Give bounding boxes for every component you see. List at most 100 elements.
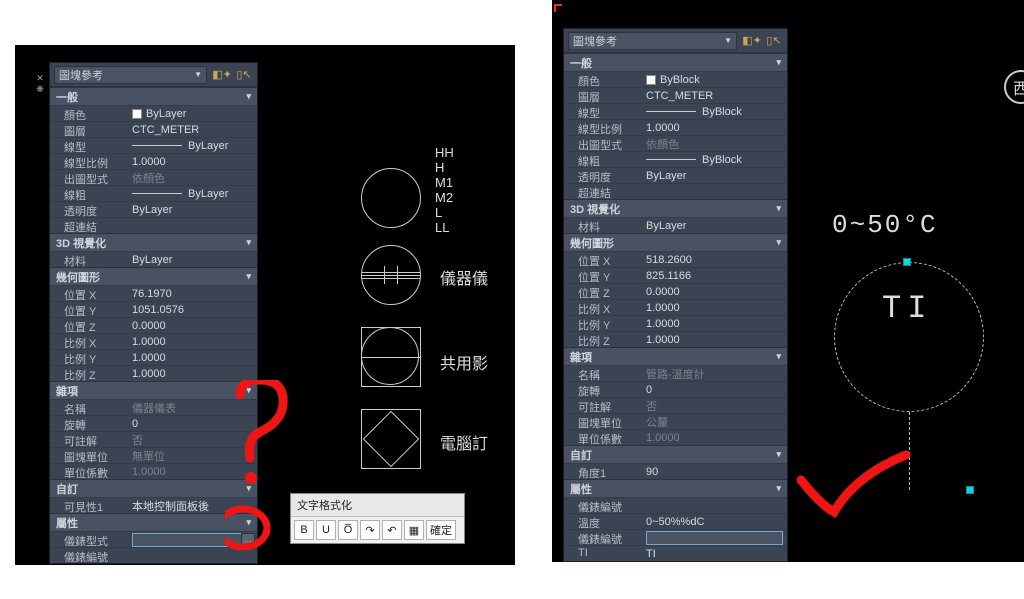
property-row[interactable]: 線型比例1.0000 [50,153,257,169]
property-value[interactable]: 1.0000 [128,366,257,381]
property-value[interactable]: 管路-溫度計 [642,366,787,381]
property-row[interactable]: 顏色ByBlock [564,71,787,87]
property-value[interactable]: TI [642,546,787,561]
property-row[interactable]: TITI [564,545,787,561]
property-row[interactable]: 圖層CTC_METER [564,87,787,103]
property-value[interactable]: ByLayer [642,218,787,233]
property-row[interactable]: 儀錶編號 [50,547,257,563]
property-value[interactable]: ByLayer [128,252,257,267]
property-row[interactable]: 位置 X76.1970 [50,285,257,301]
property-value[interactable]: 無單位 [128,448,257,463]
property-value[interactable]: CTC_METER [642,88,787,103]
property-value[interactable]: 1.0000 [128,154,257,169]
property-row[interactable]: 可註解否 [50,431,257,447]
property-value[interactable]: ByBlock [642,72,787,87]
toolbar-button[interactable]: 確定 [426,520,456,540]
property-value[interactable] [642,184,787,199]
property-value[interactable]: 本地控制面板後 [128,498,257,513]
property-row[interactable]: 出圖型式依顏色 [50,169,257,185]
property-row[interactable]: 線粗ByLayer [50,185,257,201]
property-value[interactable]: 518.2600 [642,252,787,267]
property-value[interactable] [642,530,787,545]
property-row[interactable]: 比例 X1.0000 [50,333,257,349]
property-row[interactable]: 角度190 [564,463,787,479]
property-row[interactable]: 比例 Y1.0000 [564,315,787,331]
property-row[interactable]: 可註解否 [564,397,787,413]
quick-select-icon[interactable]: ◧✦ [743,32,761,50]
property-row[interactable]: 線型ByLayer [50,137,257,153]
section-header[interactable]: 雜項▾ [50,381,257,399]
section-header[interactable]: 雜項▾ [564,347,787,365]
property-row[interactable]: 線型ByBlock [564,103,787,119]
section-header[interactable]: 自訂▾ [50,479,257,497]
property-value[interactable]: 0~50%%dC [642,514,787,529]
section-header[interactable]: 一般▾ [564,53,787,71]
section-header[interactable]: 3D 視覺化▾ [564,199,787,217]
property-row[interactable]: 超連結 [564,183,787,199]
property-value[interactable] [642,498,787,513]
property-value[interactable]: 0.0000 [128,318,257,333]
property-row[interactable]: 顏色ByLayer [50,105,257,121]
property-row[interactable]: 名稱儀器儀表 [50,399,257,415]
property-value[interactable]: ByBlock [642,104,787,119]
property-value[interactable]: 依顏色 [128,170,257,185]
property-value[interactable]: ByLayer [128,138,257,153]
toolbar-button[interactable]: ↶ [382,520,402,540]
property-row[interactable]: 單位係數1.0000 [564,429,787,445]
section-header[interactable]: 一般▾ [50,87,257,105]
property-row[interactable]: 儀錶編號 [564,497,787,513]
property-row[interactable]: 儀錶型式… [50,531,257,547]
property-value[interactable]: 否 [128,432,257,447]
property-row[interactable]: 比例 Z1.0000 [50,365,257,381]
property-row[interactable]: 材料ByLayer [564,217,787,233]
property-value[interactable]: 90 [642,464,787,479]
select-objects-icon[interactable]: ▯↖ [235,66,253,84]
property-value[interactable]: 0.0000 [642,284,787,299]
section-header[interactable]: 屬性▾ [564,479,787,497]
property-row[interactable]: 溫度0~50%%dC [564,513,787,529]
property-value[interactable]: CTC_METER [128,122,257,137]
property-row[interactable]: 旋轉0 [564,381,787,397]
property-value[interactable]: 1051.0576 [128,302,257,317]
property-row[interactable]: 圖塊單位公釐 [564,413,787,429]
property-row[interactable]: 位置 X518.2600 [564,251,787,267]
quick-select-icon[interactable]: ◧✦ [213,66,231,84]
property-value[interactable]: 1.0000 [642,332,787,347]
property-row[interactable]: 比例 Z1.0000 [564,331,787,347]
property-value[interactable]: 1.0000 [128,350,257,365]
property-row[interactable]: 名稱管路-溫度計 [564,365,787,381]
property-value[interactable] [128,548,257,563]
property-row[interactable]: 超連結 [50,217,257,233]
property-value[interactable]: … [128,532,257,547]
property-value[interactable]: ByLayer [128,186,257,201]
property-value[interactable]: ByLayer [642,168,787,183]
toolbar-button[interactable]: O̅ [338,520,358,540]
property-row[interactable]: 透明度ByLayer [50,201,257,217]
property-value[interactable]: 1.0000 [128,334,257,349]
property-value[interactable]: 0 [642,382,787,397]
browse-button[interactable]: … [241,533,255,545]
property-row[interactable]: 圖塊單位無單位 [50,447,257,463]
selection-type-dropdown-right[interactable]: 圖塊參考 ▼ [568,32,737,50]
property-row[interactable]: 位置 Z0.0000 [50,317,257,333]
property-row[interactable]: 位置 Y1051.0576 [50,301,257,317]
property-row[interactable]: 透明度ByLayer [564,167,787,183]
property-value[interactable]: 1.0000 [642,300,787,315]
property-row[interactable]: 單位係數1.0000 [50,463,257,479]
property-row[interactable]: 儀錶編號 [564,529,787,545]
property-row[interactable]: 圖層CTC_METER [50,121,257,137]
grip-param[interactable] [966,486,974,494]
property-value[interactable]: 825.1166 [642,268,787,283]
toolbar-button[interactable]: U [316,520,336,540]
select-objects-icon[interactable]: ▯↖ [765,32,783,50]
property-row[interactable]: 比例 X1.0000 [564,299,787,315]
property-value[interactable]: ByLayer [128,106,257,121]
property-value[interactable]: 76.1970 [128,286,257,301]
selected-circle[interactable] [834,262,984,412]
property-value[interactable]: 1.0000 [642,120,787,135]
property-value[interactable]: 1.0000 [642,316,787,331]
property-value[interactable]: 1.0000 [642,430,787,445]
property-value[interactable]: ByLayer [128,202,257,217]
property-row[interactable]: 線粗ByBlock [564,151,787,167]
section-header[interactable]: 幾何圖形▾ [50,267,257,285]
